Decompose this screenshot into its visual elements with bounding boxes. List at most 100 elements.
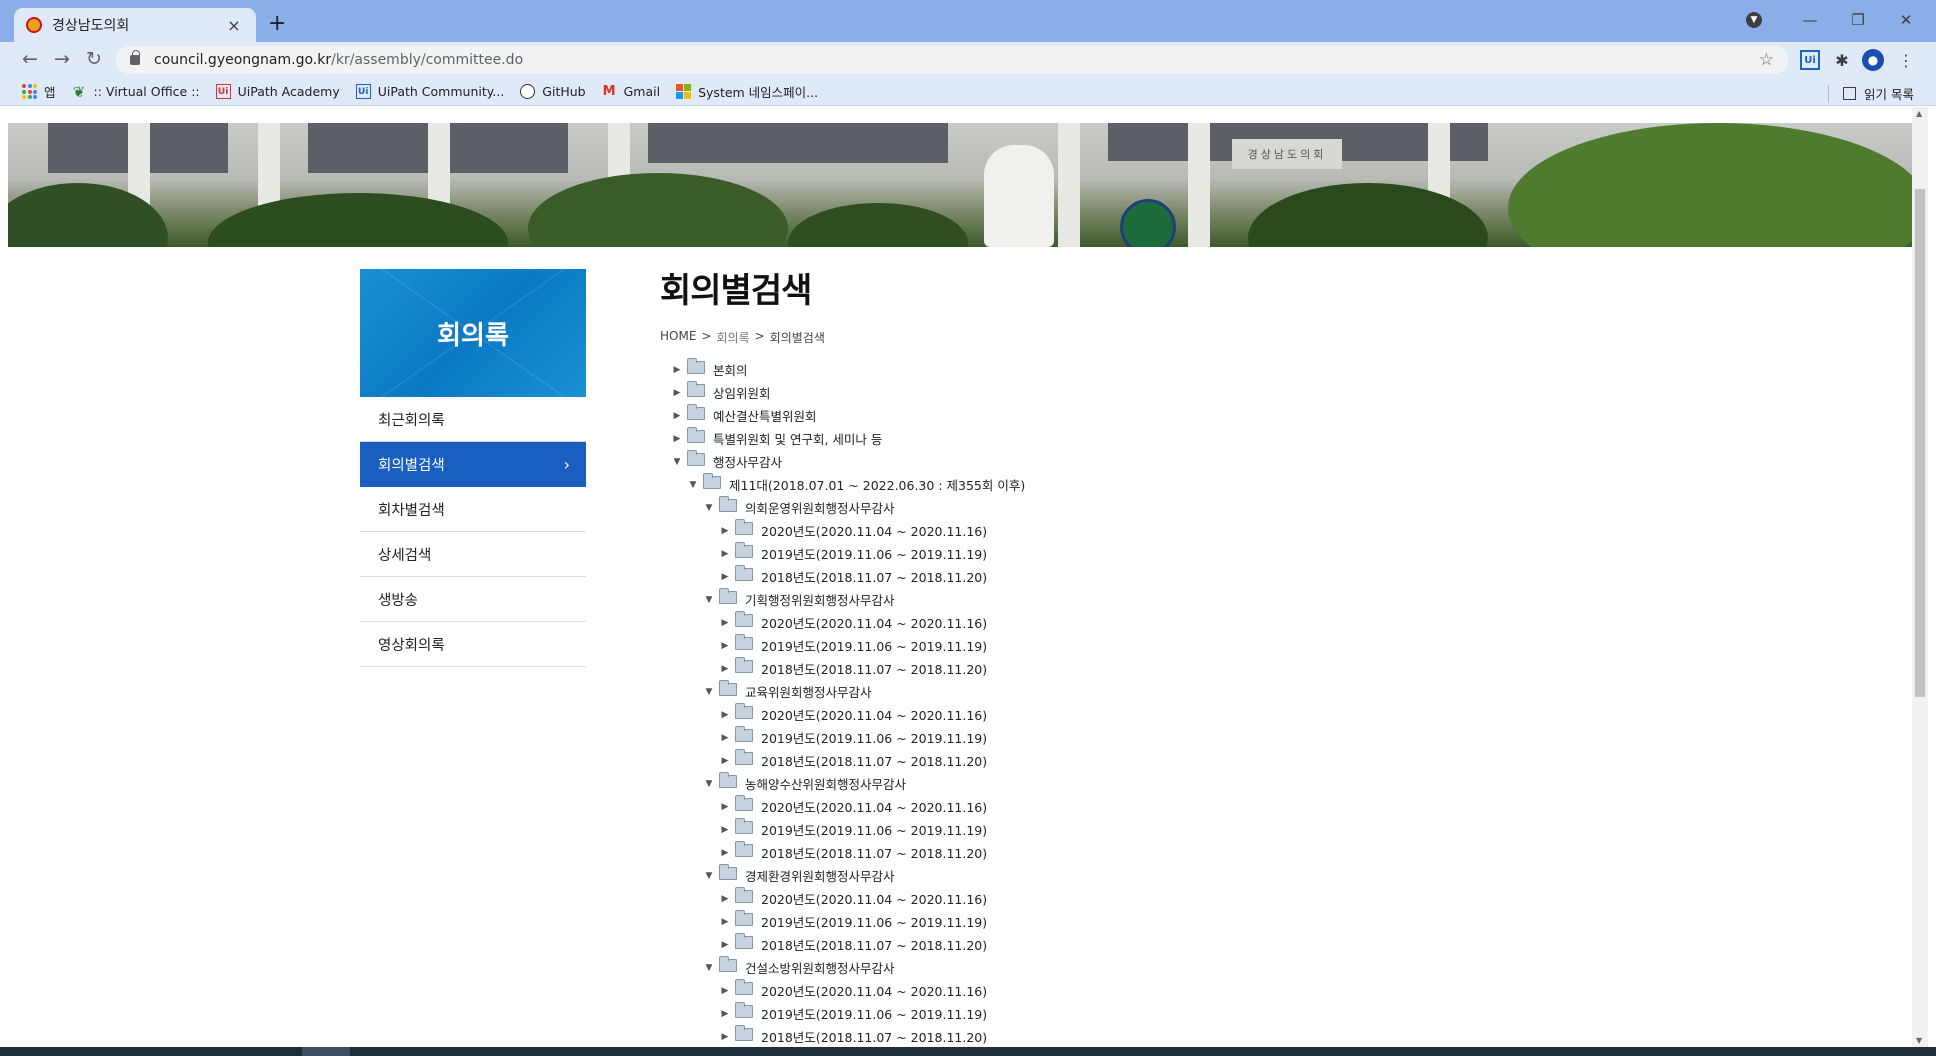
tree-node[interactable]: ▶ 2020년도(2020.11.04 ~ 2020.11.16) [660, 519, 1660, 542]
tree-node-label[interactable]: 2018년도(2018.11.07 ~ 2018.11.20) [761, 1027, 987, 1046]
tree-node-label[interactable]: 2020년도(2020.11.04 ~ 2020.11.16) [761, 521, 987, 540]
lock-icon[interactable] [130, 50, 140, 65]
tree-node[interactable]: ▶ 상임위원회 [660, 381, 1660, 404]
reading-list-button[interactable]: 읽기 목록 [1828, 84, 1914, 103]
collapse-toggle-icon[interactable]: ▼ [704, 503, 714, 513]
tree-node-label[interactable]: 2020년도(2020.11.04 ~ 2020.11.16) [761, 705, 987, 724]
tree-node-label[interactable]: 2020년도(2020.11.04 ~ 2020.11.16) [761, 889, 987, 908]
expand-toggle-icon[interactable]: ▶ [720, 710, 730, 720]
tree-node[interactable]: ▶ 2019년도(2019.11.06 ~ 2019.11.19) [660, 818, 1660, 841]
tree-node-label[interactable]: 행정사무감사 [713, 452, 782, 471]
expand-toggle-icon[interactable]: ▶ [720, 802, 730, 812]
expand-toggle-icon[interactable]: ▶ [672, 388, 682, 398]
expand-toggle-icon[interactable]: ▶ [720, 756, 730, 766]
tree-node-label[interactable]: 2019년도(2019.11.06 ~ 2019.11.19) [761, 636, 987, 655]
tree-node-label[interactable]: 예산결산특별위원회 [713, 406, 817, 425]
expand-toggle-icon[interactable]: ▶ [720, 618, 730, 628]
bookmark-uipath-academy[interactable]: Ui UiPath Academy [215, 84, 340, 99]
sidebar-item-search-by-meeting[interactable]: 회의별검색 › [360, 442, 586, 487]
tree-node-label[interactable]: 교육위원회행정사무감사 [745, 682, 872, 701]
tree-node[interactable]: ▶ 2018년도(2018.11.07 ~ 2018.11.20) [660, 657, 1660, 680]
bookmark-star-icon[interactable]: ☆ [1759, 50, 1774, 70]
tree-node-label[interactable]: 2020년도(2020.11.04 ~ 2020.11.16) [761, 981, 987, 1000]
collapse-toggle-icon[interactable]: ▼ [688, 480, 698, 490]
tree-node-label[interactable]: 2019년도(2019.11.06 ~ 2019.11.19) [761, 912, 987, 931]
expand-toggle-icon[interactable]: ▶ [720, 733, 730, 743]
tree-node[interactable]: ▼ 기획행정위원회행정사무감사 [660, 588, 1660, 611]
tab-close-button[interactable]: × [224, 16, 244, 35]
tree-node[interactable]: ▶ 특별위원회 및 연구회, 세미나 등 [660, 427, 1660, 450]
extensions-icon[interactable]: ✱ [1832, 50, 1852, 70]
collapse-toggle-icon[interactable]: ▼ [672, 457, 682, 467]
tree-node-label[interactable]: 의회운영위원회행정사무감사 [745, 498, 895, 517]
expand-toggle-icon[interactable]: ▶ [720, 641, 730, 651]
scroll-down-icon[interactable]: ▼ [1916, 1036, 1922, 1045]
bookmark-uipath-community[interactable]: Ui UiPath Community... [355, 84, 504, 99]
tree-node-label[interactable]: 2020년도(2020.11.04 ~ 2020.11.16) [761, 797, 987, 816]
expand-toggle-icon[interactable]: ▶ [720, 1032, 730, 1042]
expand-toggle-icon[interactable]: ▶ [720, 1009, 730, 1019]
expand-toggle-icon[interactable]: ▶ [720, 917, 730, 927]
tree-node[interactable]: ▶ 2020년도(2020.11.04 ~ 2020.11.16) [660, 887, 1660, 910]
tree-node-label[interactable]: 경제환경위원회행정사무감사 [745, 866, 895, 885]
tree-node-label[interactable]: 2018년도(2018.11.07 ~ 2018.11.20) [761, 567, 987, 586]
expand-toggle-icon[interactable]: ▶ [720, 526, 730, 536]
tree-node[interactable]: ▼ 경제환경위원회행정사무감사 [660, 864, 1660, 887]
browser-tab[interactable]: 경상남도의회 × [14, 8, 256, 42]
bookmark-virtual-office[interactable]: ❦ :: Virtual Office :: [72, 83, 200, 101]
sidebar-item-search-by-session[interactable]: 회차별검색 [360, 487, 586, 532]
tree-node-label[interactable]: 기획행정위원회행정사무감사 [745, 590, 895, 609]
tree-node[interactable]: ▶ 2018년도(2018.11.07 ~ 2018.11.20) [660, 749, 1660, 772]
tree-node-label[interactable]: 상임위원회 [713, 383, 771, 402]
tree-node-label[interactable]: 2018년도(2018.11.07 ~ 2018.11.20) [761, 843, 987, 862]
tree-node-label[interactable]: 본회의 [713, 360, 748, 379]
expand-toggle-icon[interactable]: ▶ [720, 549, 730, 559]
tree-node[interactable]: ▶ 2019년도(2019.11.06 ~ 2019.11.19) [660, 542, 1660, 565]
collapse-toggle-icon[interactable]: ▼ [704, 779, 714, 789]
tab-search-icon[interactable]: ▼ [1746, 12, 1762, 28]
expand-toggle-icon[interactable]: ▶ [672, 411, 682, 421]
expand-toggle-icon[interactable]: ▶ [672, 365, 682, 375]
tree-node[interactable]: ▶ 본회의 [660, 358, 1660, 381]
minimize-button[interactable]: — [1790, 6, 1830, 34]
window-close-button[interactable]: ✕ [1886, 6, 1926, 34]
tree-node-label[interactable]: 건설소방위원회행정사무감사 [745, 958, 895, 977]
tree-node-label[interactable]: 2018년도(2018.11.07 ~ 2018.11.20) [761, 659, 987, 678]
tree-node-label[interactable]: 2018년도(2018.11.07 ~ 2018.11.20) [761, 935, 987, 954]
vertical-scrollbar[interactable]: ▲ ▼ [1912, 107, 1928, 1047]
forward-icon[interactable]: → [48, 48, 76, 70]
tree-node[interactable]: ▼ 행정사무감사 [660, 450, 1660, 473]
tree-node[interactable]: ▼ 교육위원회행정사무감사 [660, 680, 1660, 703]
address-bar[interactable]: council.gyeongnam.go.kr/kr/assembly/comm… [116, 46, 1788, 74]
scroll-up-icon[interactable]: ▲ [1916, 109, 1922, 118]
browser-menu-icon[interactable]: ⋮ [1896, 50, 1916, 70]
tree-node-label[interactable]: 2020년도(2020.11.04 ~ 2020.11.16) [761, 613, 987, 632]
tree-node-label[interactable]: 2019년도(2019.11.06 ~ 2019.11.19) [761, 728, 987, 747]
tree-node-label[interactable]: 2019년도(2019.11.06 ~ 2019.11.19) [761, 1004, 987, 1023]
expand-toggle-icon[interactable]: ▶ [720, 940, 730, 950]
expand-toggle-icon[interactable]: ▶ [720, 986, 730, 996]
tree-node-label[interactable]: 제11대(2018.07.01 ~ 2022.06.30 : 제355회 이후) [729, 475, 1025, 494]
taskbar-item[interactable] [302, 1047, 350, 1056]
bookmark-github[interactable]: GitHub [520, 84, 586, 99]
address-url[interactable]: council.gyeongnam.go.kr/kr/assembly/comm… [154, 52, 1759, 68]
sidebar-item-live-broadcast[interactable]: 생방송 [360, 577, 586, 622]
new-tab-button[interactable]: + [268, 12, 286, 36]
tree-node[interactable]: ▶ 2020년도(2020.11.04 ~ 2020.11.16) [660, 611, 1660, 634]
bookmark-gmail[interactable]: M Gmail [602, 84, 660, 99]
collapse-toggle-icon[interactable]: ▼ [704, 871, 714, 881]
tree-node[interactable]: ▶ 2019년도(2019.11.06 ~ 2019.11.19) [660, 634, 1660, 657]
breadcrumb-home[interactable]: HOME [660, 329, 696, 346]
bookmark-apps[interactable]: 앱 [22, 82, 56, 101]
collapse-toggle-icon[interactable]: ▼ [704, 595, 714, 605]
expand-toggle-icon[interactable]: ▶ [720, 894, 730, 904]
tree-node-label[interactable]: 2019년도(2019.11.06 ~ 2019.11.19) [761, 820, 987, 839]
tree-node[interactable]: ▼ 제11대(2018.07.01 ~ 2022.06.30 : 제355회 이후… [660, 473, 1660, 496]
tree-node[interactable]: ▶ 2018년도(2018.11.07 ~ 2018.11.20) [660, 841, 1660, 864]
tree-node[interactable]: ▶ 2019년도(2019.11.06 ~ 2019.11.19) [660, 1002, 1660, 1025]
tree-node[interactable]: ▼ 건설소방위원회행정사무감사 [660, 956, 1660, 979]
bookmark-system-namespace[interactable]: System 네임스페이... [676, 82, 818, 101]
tree-node-label[interactable]: 2019년도(2019.11.06 ~ 2019.11.19) [761, 544, 987, 563]
reload-icon[interactable]: ↻ [80, 48, 108, 70]
tree-node-label[interactable]: 특별위원회 및 연구회, 세미나 등 [713, 429, 882, 448]
